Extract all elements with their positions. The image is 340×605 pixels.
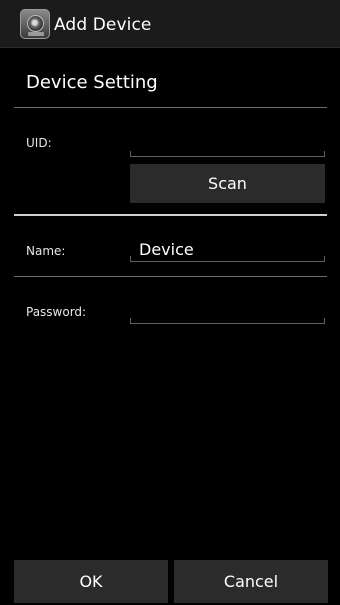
name-input-underline bbox=[130, 256, 325, 262]
uid-input[interactable] bbox=[130, 151, 325, 157]
cancel-button[interactable]: Cancel bbox=[174, 560, 328, 603]
section-title: Device Setting bbox=[26, 72, 158, 93]
ok-button[interactable]: OK bbox=[14, 560, 168, 603]
camera-icon bbox=[20, 9, 50, 39]
dialog-button-bar: OK Cancel bbox=[0, 556, 340, 605]
name-label: Name: bbox=[26, 244, 66, 258]
window-title: Add Device bbox=[54, 15, 152, 35]
password-input[interactable] bbox=[130, 318, 325, 324]
scan-button[interactable]: Scan bbox=[130, 164, 325, 203]
password-label: Password: bbox=[26, 305, 87, 319]
section-divider bbox=[14, 107, 327, 108]
uid-divider bbox=[14, 214, 327, 216]
uid-label: UID: bbox=[26, 136, 52, 150]
name-divider bbox=[14, 276, 327, 277]
title-bar: Add Device bbox=[0, 0, 340, 48]
